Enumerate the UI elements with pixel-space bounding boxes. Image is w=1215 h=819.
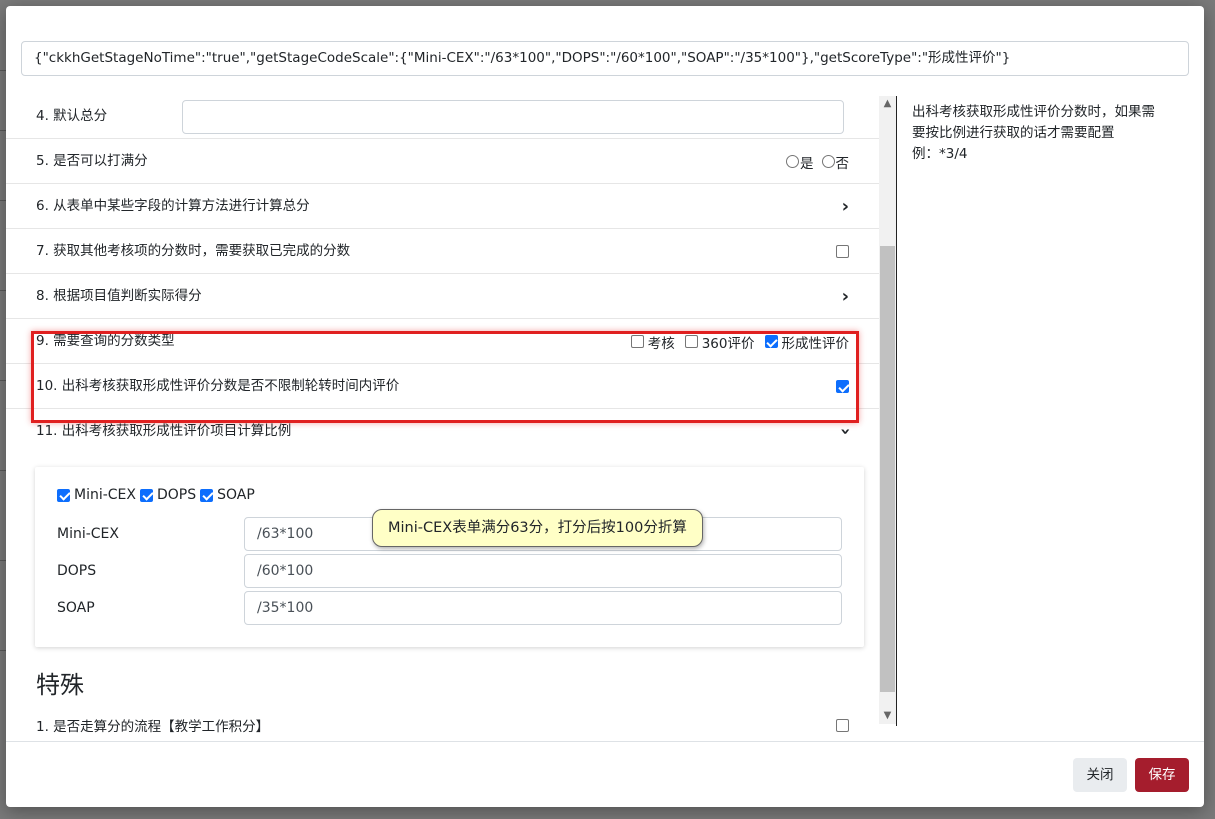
- checkbox[interactable]: [684, 335, 698, 348]
- radio-yes[interactable]: 是: [786, 152, 814, 172]
- field-label-dops: DOPS: [57, 563, 97, 579]
- setting-row-full-score: 5. 是否可以打满分 是 否: [6, 139, 879, 184]
- checkbox-dops[interactable]: DOPS: [140, 487, 196, 503]
- chevron-right-icon[interactable]: ›: [842, 286, 849, 307]
- setting-label: 11. 出科考核获取形成性评价项目计算比例: [36, 423, 292, 439]
- checkbox[interactable]: [140, 488, 153, 502]
- default-total-input[interactable]: [182, 100, 844, 134]
- soap-scale-input[interactable]: /35*100: [244, 591, 842, 625]
- scroll-up-icon[interactable]: ▲: [879, 96, 896, 112]
- config-modal: {"ckkhGetStageNoTime":"true","getStageCo…: [6, 6, 1204, 807]
- scrollbar-thumb[interactable]: [880, 246, 895, 692]
- checkbox-label: SOAP: [217, 487, 255, 503]
- checkbox-label: 形成性评价: [781, 335, 850, 352]
- setting-row-teaching-points: 1. 是否走算分的流程【教学工作积分】: [6, 709, 879, 734]
- chevron-right-icon[interactable]: ›: [842, 196, 849, 217]
- radio-label: 否: [835, 155, 850, 172]
- checkbox-label: 360评价: [701, 335, 755, 352]
- checkbox-exam[interactable]: 考核: [630, 332, 675, 352]
- setting-row-completed-score: 7. 获取其他考核项的分数时，需要获取已完成的分数: [6, 229, 879, 274]
- json-config-input[interactable]: {"ckkhGetStageNoTime":"true","getStageCo…: [21, 41, 1189, 76]
- checkbox-360[interactable]: 360评价: [684, 332, 755, 352]
- field-label-minicex: Mini-CEX: [57, 526, 119, 542]
- no-time-limit-checkbox[interactable]: [836, 380, 849, 393]
- setting-row-project-value[interactable]: 8. 根据项目值判断实际得分 ›: [6, 274, 879, 319]
- help-line: 要按比例进行获取的话才需要配置: [912, 125, 1115, 141]
- radio-button[interactable]: [786, 155, 799, 168]
- modal-footer: 关闭 保存: [6, 741, 1204, 807]
- checkbox-label: DOPS: [157, 487, 197, 503]
- help-panel: 出科考核获取形成性评价分数时，如果需 要按比例进行获取的话才需要配置 例：*3/…: [912, 102, 1192, 165]
- setting-row-no-time-limit: 10. 出科考核获取形成性评价分数是否不限制轮转时间内评价: [6, 364, 879, 409]
- setting-row-score-type: 9. 需要查询的分数类型 考核 360评价 形成性评价: [6, 319, 879, 364]
- setting-label: 6. 从表单中某些字段的计算方法进行计算总分: [36, 198, 310, 214]
- tooltip: Mini-CEX表单满分63分，打分后按100分折算: [372, 509, 703, 547]
- help-line: 出科考核获取形成性评价分数时，如果需: [912, 104, 1155, 120]
- chevron-down-icon[interactable]: ›: [835, 428, 856, 435]
- radio-no[interactable]: 否: [821, 152, 850, 172]
- setting-row-form-calc[interactable]: 6. 从表单中某些字段的计算方法进行计算总分 ›: [6, 184, 879, 229]
- checkbox[interactable]: [764, 335, 778, 348]
- scale-card: Mini-CEX DOPS SOAP Mini-CEX /63*100 DOPS…: [35, 467, 864, 647]
- form-type-checks: Mini-CEX DOPS SOAP: [57, 487, 259, 503]
- help-line: 例：*3/4: [912, 146, 968, 162]
- completed-score-checkbox[interactable]: [836, 245, 849, 258]
- setting-label: 4. 默认总分: [36, 108, 108, 124]
- setting-row-scale[interactable]: 11. 出科考核获取形成性评价项目计算比例 ›: [6, 409, 879, 454]
- setting-label: 7. 获取其他考核项的分数时，需要获取已完成的分数: [36, 243, 351, 259]
- field-label-soap: SOAP: [57, 600, 95, 616]
- radio-button[interactable]: [821, 155, 835, 168]
- setting-label: 10. 出科考核获取形成性评价分数是否不限制轮转时间内评价: [36, 378, 400, 394]
- checkbox-minicex[interactable]: Mini-CEX: [57, 487, 136, 503]
- checkbox[interactable]: [57, 488, 70, 502]
- checkbox[interactable]: [200, 488, 214, 502]
- setting-label: 9. 需要查询的分数类型: [36, 333, 175, 349]
- radio-label: 是: [800, 155, 814, 172]
- setting-label: 1. 是否走算分的流程【教学工作积分】: [36, 719, 270, 734]
- close-button[interactable]: 关闭: [1073, 758, 1127, 792]
- checkbox-formative[interactable]: 形成性评价: [764, 332, 850, 352]
- dops-scale-input[interactable]: /60*100: [244, 554, 842, 588]
- checkbox-soap[interactable]: SOAP: [200, 487, 255, 503]
- teaching-points-checkbox[interactable]: [836, 718, 849, 732]
- setting-row-default-total: 4. 默认总分: [6, 94, 879, 139]
- modal-body: 4. 默认总分 5. 是否可以打满分 是 否 6. 从表单中某些字段的计算方法进…: [6, 94, 1204, 734]
- scrollbar[interactable]: ▲ ▼: [879, 96, 896, 724]
- checkbox-label: 考核: [647, 335, 675, 352]
- pane-divider: [896, 96, 897, 726]
- checkbox-label: Mini-CEX: [74, 487, 136, 503]
- save-button[interactable]: 保存: [1135, 758, 1189, 792]
- setting-label: 5. 是否可以打满分: [36, 153, 148, 169]
- scroll-down-icon[interactable]: ▼: [879, 708, 896, 724]
- setting-label: 8. 根据项目值判断实际得分: [36, 288, 202, 304]
- settings-list[interactable]: 4. 默认总分 5. 是否可以打满分 是 否 6. 从表单中某些字段的计算方法进…: [6, 94, 879, 734]
- section-title-special: 特殊: [36, 671, 84, 699]
- checkbox[interactable]: [630, 335, 644, 348]
